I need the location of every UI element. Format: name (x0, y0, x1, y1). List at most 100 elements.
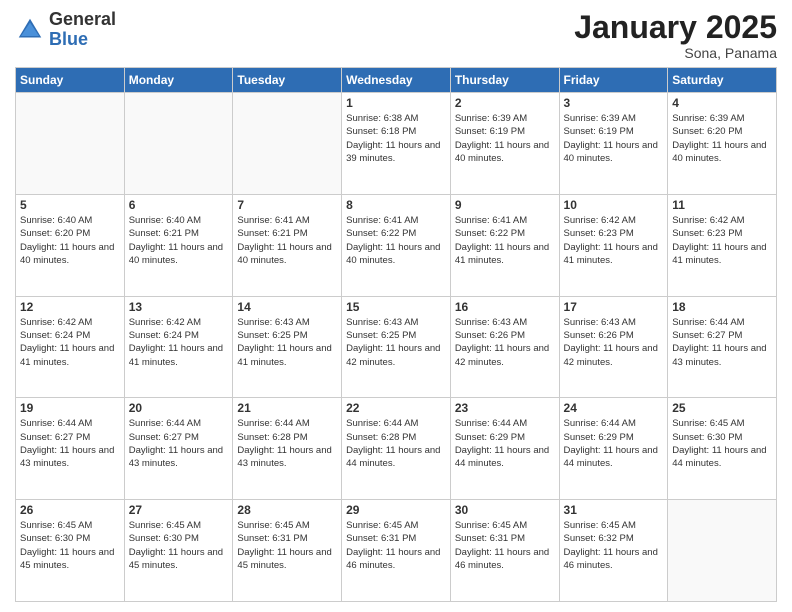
day-info-line: Sunset: 6:23 PM (564, 227, 664, 240)
day-info-line: Sunset: 6:25 PM (237, 329, 337, 342)
day-info-line: Sunset: 6:30 PM (129, 532, 229, 545)
calendar-cell: 11Sunrise: 6:42 AMSunset: 6:23 PMDayligh… (668, 194, 777, 296)
day-info: Sunrise: 6:42 AMSunset: 6:24 PMDaylight:… (129, 316, 229, 369)
day-info: Sunrise: 6:45 AMSunset: 6:31 PMDaylight:… (346, 519, 446, 572)
day-info: Sunrise: 6:45 AMSunset: 6:31 PMDaylight:… (237, 519, 337, 572)
day-info-line: Daylight: 11 hours and 41 minutes. (564, 241, 664, 268)
calendar-cell: 9Sunrise: 6:41 AMSunset: 6:22 PMDaylight… (450, 194, 559, 296)
day-info: Sunrise: 6:44 AMSunset: 6:29 PMDaylight:… (455, 417, 555, 470)
day-info: Sunrise: 6:43 AMSunset: 6:25 PMDaylight:… (346, 316, 446, 369)
day-info-line: Daylight: 11 hours and 44 minutes. (455, 444, 555, 471)
day-info-line: Daylight: 11 hours and 41 minutes. (237, 342, 337, 369)
day-info-line: Daylight: 11 hours and 46 minutes. (564, 546, 664, 573)
calendar-week-2: 5Sunrise: 6:40 AMSunset: 6:20 PMDaylight… (16, 194, 777, 296)
day-info-line: Sunset: 6:23 PM (672, 227, 772, 240)
day-info-line: Sunset: 6:22 PM (455, 227, 555, 240)
day-info: Sunrise: 6:43 AMSunset: 6:25 PMDaylight:… (237, 316, 337, 369)
day-info-line: Sunrise: 6:40 AM (129, 214, 229, 227)
day-info-line: Sunset: 6:31 PM (346, 532, 446, 545)
day-number: 21 (237, 401, 337, 415)
calendar-cell: 15Sunrise: 6:43 AMSunset: 6:25 PMDayligh… (342, 296, 451, 398)
calendar-header-row: SundayMondayTuesdayWednesdayThursdayFrid… (16, 68, 777, 93)
day-info-line: Sunset: 6:27 PM (672, 329, 772, 342)
day-number: 20 (129, 401, 229, 415)
day-info: Sunrise: 6:41 AMSunset: 6:22 PMDaylight:… (346, 214, 446, 267)
day-number: 10 (564, 198, 664, 212)
logo: General Blue (15, 10, 116, 50)
calendar-cell: 13 Sunrise: 6:42 AMSunset: 6:24 PMDayligh… (124, 296, 233, 398)
day-number: 12 (20, 300, 120, 314)
day-info: Sunrise: 6:42 AMSunset: 6:23 PMDaylight:… (564, 214, 664, 267)
day-number: 23 (455, 401, 555, 415)
day-info-line: Daylight: 11 hours and 43 minutes. (672, 342, 772, 369)
calendar-cell: 5Sunrise: 6:40 AMSunset: 6:20 PMDaylight… (16, 194, 125, 296)
day-number: 27 (129, 503, 229, 517)
day-info-line: Sunrise: 6:43 AM (346, 316, 446, 329)
day-info: Sunrise: 6:44 AMSunset: 6:28 PMDaylight:… (346, 417, 446, 470)
day-info-line: Sunset: 6:24 PM (129, 329, 229, 342)
day-info: Sunrise: 6:40 AMSunset: 6:21 PMDaylight:… (129, 214, 229, 267)
calendar-header-sunday: Sunday (16, 68, 125, 93)
day-info-line: Daylight: 11 hours and 41 minutes. (129, 342, 229, 369)
day-info-line: Sunrise: 6:44 AM (455, 417, 555, 430)
day-info: Sunrise: 6:44 AMSunset: 6:27 PMDaylight:… (20, 417, 120, 470)
title-block: January 2025 Sona, Panama (574, 10, 777, 61)
day-info-line: Sunset: 6:22 PM (346, 227, 446, 240)
day-info-line: Sunrise: 6:39 AM (564, 112, 664, 125)
day-info-line: Daylight: 11 hours and 43 minutes. (20, 444, 120, 471)
day-info: Sunrise: 6:45 AMSunset: 6:30 PMDaylight:… (20, 519, 120, 572)
day-info-line: Sunset: 6:31 PM (237, 532, 337, 545)
day-info-line: Sunset: 6:32 PM (564, 532, 664, 545)
day-info-line: Sunrise: 6:41 AM (237, 214, 337, 227)
day-info: Sunrise: 6:41 AMSunset: 6:21 PMDaylight:… (237, 214, 337, 267)
day-info: Sunrise: 6:42 AMSunset: 6:23 PMDaylight:… (672, 214, 772, 267)
day-info-line: Sunrise: 6:42 AM (564, 214, 664, 227)
day-info-line: Sunset: 6:30 PM (20, 532, 120, 545)
day-info-line: Daylight: 11 hours and 42 minutes. (564, 342, 664, 369)
day-info-line: Sunrise: 6:44 AM (237, 417, 337, 430)
day-info-line: Sunrise: 6:45 AM (455, 519, 555, 532)
day-info-line: Sunrise: 6:40 AM (20, 214, 120, 227)
calendar-header-friday: Friday (559, 68, 668, 93)
day-number: 30 (455, 503, 555, 517)
day-number: 22 (346, 401, 446, 415)
day-info-line: Sunset: 6:20 PM (672, 125, 772, 138)
day-info-line: Daylight: 11 hours and 41 minutes. (455, 241, 555, 268)
day-info-line: Sunrise: 6:45 AM (237, 519, 337, 532)
calendar-cell: 19 Sunrise: 6:44 AMSunset: 6:27 PMDayligh… (16, 398, 125, 500)
day-info-line: Daylight: 11 hours and 41 minutes. (20, 342, 120, 369)
day-info-line: Daylight: 11 hours and 41 minutes. (672, 241, 772, 268)
day-number: 19 (20, 401, 120, 415)
day-info-line: Sunrise: 6:44 AM (129, 417, 229, 430)
day-info-line: Daylight: 11 hours and 40 minutes. (455, 139, 555, 166)
calendar-cell: 10 Sunrise: 6:42 AMSunset: 6:23 PMDayligh… (559, 194, 668, 296)
day-info-line: Sunset: 6:29 PM (455, 431, 555, 444)
day-info-line: Sunset: 6:27 PM (20, 431, 120, 444)
day-info-line: Daylight: 11 hours and 40 minutes. (564, 139, 664, 166)
day-info-line: Sunset: 6:30 PM (672, 431, 772, 444)
calendar-header-wednesday: Wednesday (342, 68, 451, 93)
calendar-cell: 23 Sunrise: 6:44 AMSunset: 6:29 PMDayligh… (450, 398, 559, 500)
day-info-line: Daylight: 11 hours and 44 minutes. (346, 444, 446, 471)
day-number: 13 (129, 300, 229, 314)
day-info: Sunrise: 6:44 AMSunset: 6:28 PMDaylight:… (237, 417, 337, 470)
day-number: 26 (20, 503, 120, 517)
day-info-line: Daylight: 11 hours and 45 minutes. (129, 546, 229, 573)
calendar-cell: 8Sunrise: 6:41 AMSunset: 6:22 PMDaylight… (342, 194, 451, 296)
calendar-cell: 29Sunrise: 6:45 AMSunset: 6:31 PMDayligh… (342, 500, 451, 602)
day-info-line: Sunrise: 6:45 AM (346, 519, 446, 532)
calendar-cell: 28Sunrise: 6:45 AMSunset: 6:31 PMDayligh… (233, 500, 342, 602)
calendar-cell: 30Sunrise: 6:45 AMSunset: 6:31 PMDayligh… (450, 500, 559, 602)
day-number: 1 (346, 96, 446, 110)
day-info-line: Daylight: 11 hours and 45 minutes. (20, 546, 120, 573)
logo-blue: Blue (49, 30, 116, 50)
day-info-line: Sunset: 6:21 PM (129, 227, 229, 240)
day-info-line: Sunset: 6:29 PM (564, 431, 664, 444)
day-info-line: Daylight: 11 hours and 42 minutes. (346, 342, 446, 369)
day-info-line: Sunset: 6:26 PM (455, 329, 555, 342)
day-info-line: Sunrise: 6:42 AM (20, 316, 120, 329)
day-info-line: Sunrise: 6:43 AM (455, 316, 555, 329)
day-info-line: Sunrise: 6:39 AM (672, 112, 772, 125)
calendar-cell: 14Sunrise: 6:43 AMSunset: 6:25 PMDayligh… (233, 296, 342, 398)
day-info-line: Daylight: 11 hours and 40 minutes. (672, 139, 772, 166)
